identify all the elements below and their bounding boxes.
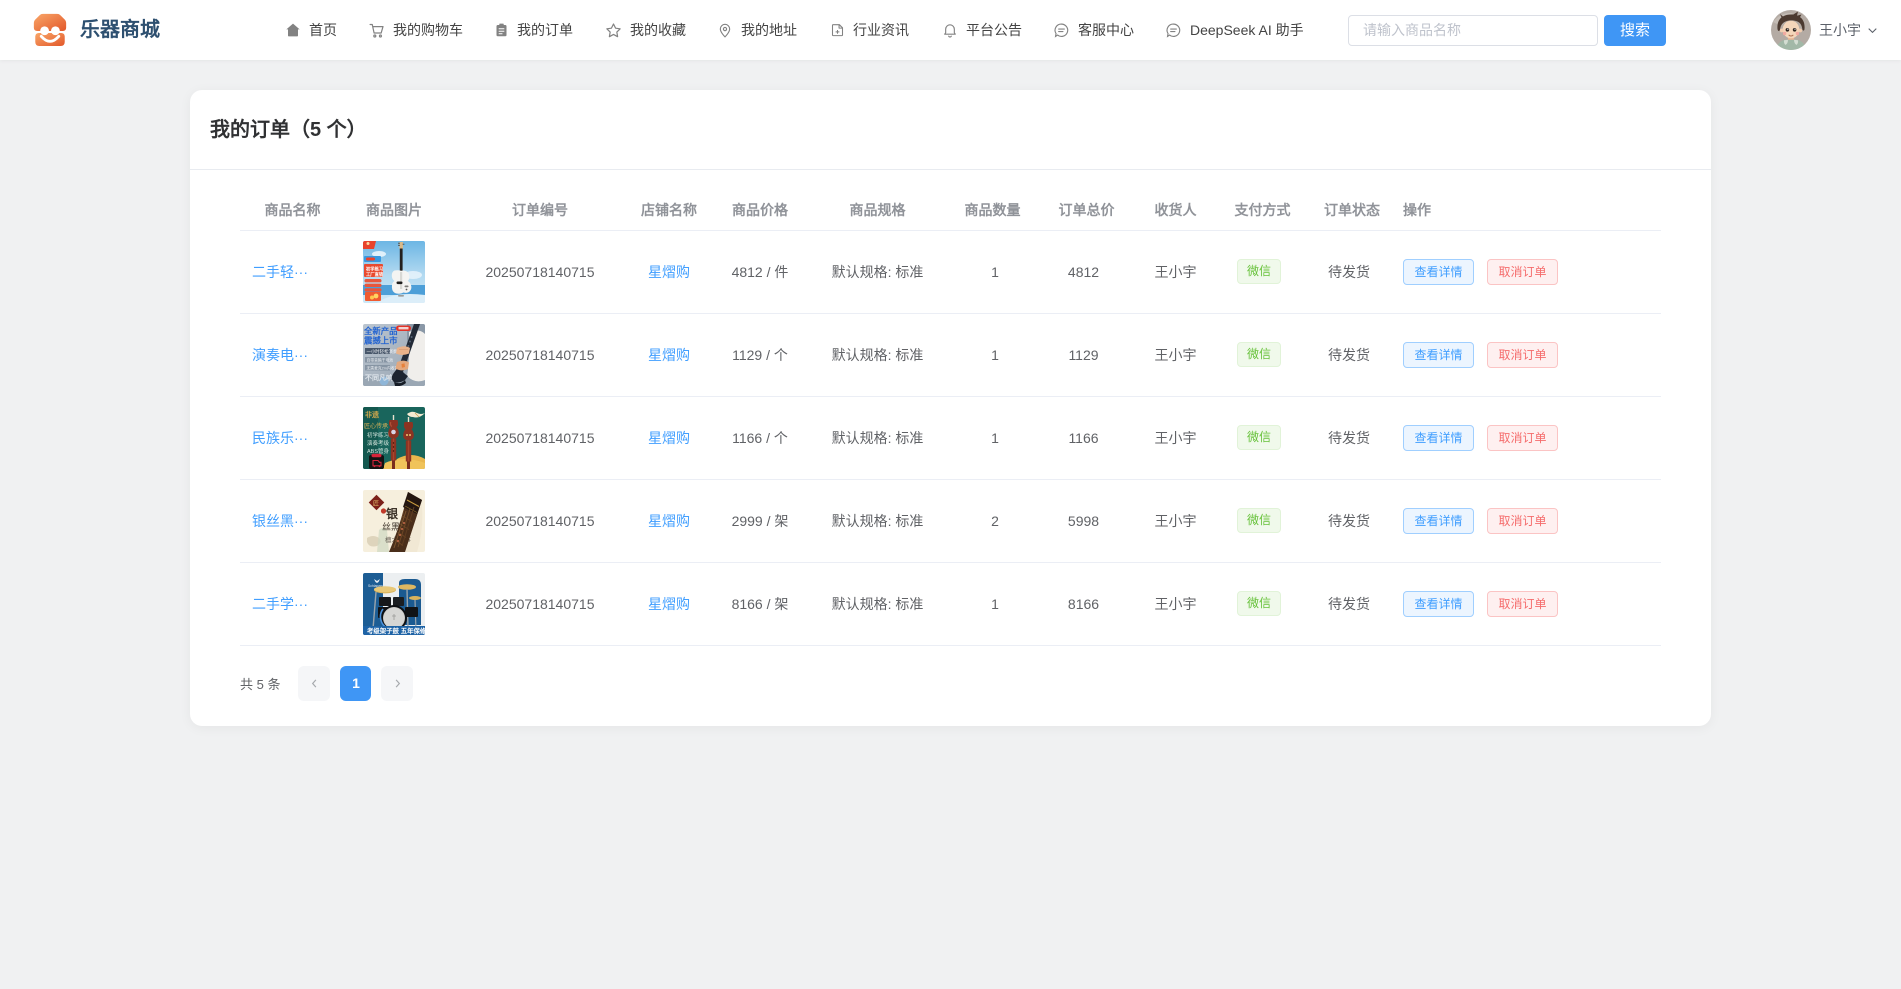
svg-text:匠心传承: 匠心传承	[364, 422, 388, 430]
svg-text:工厂直销: 工厂直销	[366, 270, 384, 277]
svg-text:考级架子鼓 五年保修: 考级架子鼓 五年保修	[367, 626, 425, 635]
svg-text:ABS管身: ABS管身	[367, 447, 390, 455]
svg-text:一小时轻松演奏: 一小时轻松演奏	[367, 347, 398, 354]
svg-text:银: 银	[386, 506, 399, 521]
svg-text:丝黑: 丝黑	[382, 521, 400, 532]
svg-text:非遗: 非遗	[365, 410, 380, 419]
svg-text:自带音箱干电池: 自带音箱干电池	[367, 357, 394, 362]
svg-text:震撼上市: 震撼上市	[363, 335, 398, 345]
svg-text:不同凡响: 不同凡响	[365, 373, 393, 382]
svg-text:匠: 匠	[373, 500, 379, 507]
svg-text:全新产品: 全新产品	[363, 326, 398, 336]
svg-text:演奏考级: 演奏考级	[367, 439, 390, 447]
svg-text:无需麦克2m内收音: 无需麦克2m内收音	[367, 365, 399, 370]
svg-text:初学练习: 初学练习	[367, 431, 389, 439]
